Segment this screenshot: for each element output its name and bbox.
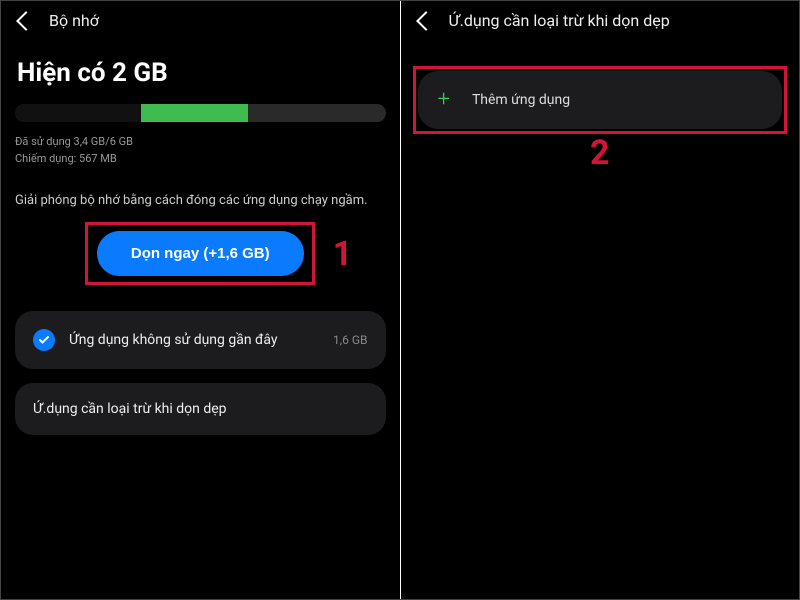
memory-hint: Giải phóng bộ nhớ bằng cách đóng các ứng…: [15, 193, 386, 208]
annotation-number-2: 2: [590, 133, 610, 173]
add-app-label: Thêm ứng dụng: [472, 92, 570, 108]
add-app-button[interactable]: + Thêm ứng dụng: [418, 71, 783, 129]
memory-stats: Đã sử dụng 3,4 GB/6 GB Chiếm dụng: 567 M…: [15, 134, 386, 167]
memory-usage-line: Đã sử dụng 3,4 GB/6 GB: [15, 134, 386, 151]
plus-icon: +: [438, 89, 450, 111]
header-title-right: Ứ.dụng cần loại trừ khi dọn dẹp: [449, 11, 670, 30]
header-left: Bộ nhớ: [1, 1, 400, 44]
back-icon[interactable]: [416, 11, 436, 31]
unused-apps-label: Ứng dụng không sử dụng gần đây: [69, 332, 333, 348]
memory-available-title: Hiện có 2 GB: [17, 58, 386, 88]
unused-apps-card[interactable]: Ứng dụng không sử dụng gần đây 1,6 GB: [15, 311, 386, 369]
exclude-apps-label: Ứ.dụng cần loại trừ khi dọn dẹp: [33, 401, 368, 417]
header-title-left: Bộ nhớ: [49, 11, 99, 30]
clean-now-button[interactable]: Dọn ngay (+1,6 GB): [97, 231, 304, 276]
back-icon[interactable]: [16, 11, 36, 31]
memory-bar-used-green: [141, 104, 248, 122]
annotation-box-2: + Thêm ứng dụng 2: [413, 66, 788, 134]
annotation-number-1: 1: [333, 234, 353, 274]
exclude-apps-card[interactable]: Ứ.dụng cần loại trừ khi dọn dẹp: [15, 383, 386, 435]
memory-bar-used-dark: [15, 104, 141, 122]
tutorial-frame: Bộ nhớ Hiện có 2 GB Đã sử dụng 3,4 GB/6 …: [0, 0, 800, 600]
exclude-screen: Ứ.dụng cần loại trừ khi dọn dẹp + Thêm ứ…: [401, 1, 800, 599]
memory-screen: Bộ nhớ Hiện có 2 GB Đã sử dụng 3,4 GB/6 …: [1, 1, 401, 599]
header-right: Ứ.dụng cần loại trừ khi dọn dẹp: [401, 1, 800, 44]
check-icon: [33, 329, 55, 351]
annotation-box-1: Dọn ngay (+1,6 GB) 1: [85, 222, 315, 285]
memory-occupied-line: Chiếm dụng: 567 MB: [15, 151, 386, 168]
unused-apps-value: 1,6 GB: [333, 333, 367, 347]
memory-content: Hiện có 2 GB Đã sử dụng 3,4 GB/6 GB Chiế…: [1, 44, 400, 435]
memory-usage-bar: [15, 104, 386, 122]
